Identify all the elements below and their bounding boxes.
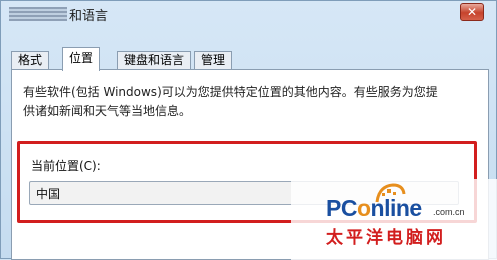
tab-keyboards-languages[interactable]: 键盘和语言: [117, 51, 192, 69]
logo-rest: nline: [370, 195, 423, 221]
tab-formats[interactable]: 格式: [11, 51, 50, 69]
region-language-dialog: 和语言 ✕ 格式 位置 键盘和语言 管理 有些软件(包括 Windows)可以为…: [0, 0, 497, 260]
tab-administrative[interactable]: 管理: [194, 51, 233, 69]
window-title: 和语言: [69, 9, 109, 24]
current-location-value: 中国: [36, 187, 61, 201]
close-icon: ✕: [466, 5, 478, 19]
logo-o: o: [356, 195, 371, 221]
title-bar: 和语言 ✕: [1, 1, 497, 33]
close-button[interactable]: ✕: [460, 3, 484, 21]
logo-chinese-name: 太平洋电脑网: [326, 228, 446, 248]
tab-strip: 格式 位置 键盘和语言 管理: [11, 47, 491, 71]
pconline-logo: PConline: [326, 195, 422, 222]
logo-pc: PC: [326, 195, 357, 221]
logo-domain: .com.cn: [433, 207, 465, 217]
title-redacted: [9, 7, 67, 21]
current-location-label: 当前位置(C):: [31, 159, 101, 173]
tab-location[interactable]: 位置: [62, 47, 101, 71]
description-line-2: 供诸如新闻和天气等当地信息。: [23, 104, 192, 118]
location-description: 有些软件(包括 Windows)可以为您提供特定位置的其他内容。有些服务为您提 …: [23, 83, 473, 121]
description-line-1: 有些软件(包括 Windows)可以为您提供特定位置的其他内容。有些服务为您提: [23, 85, 438, 99]
